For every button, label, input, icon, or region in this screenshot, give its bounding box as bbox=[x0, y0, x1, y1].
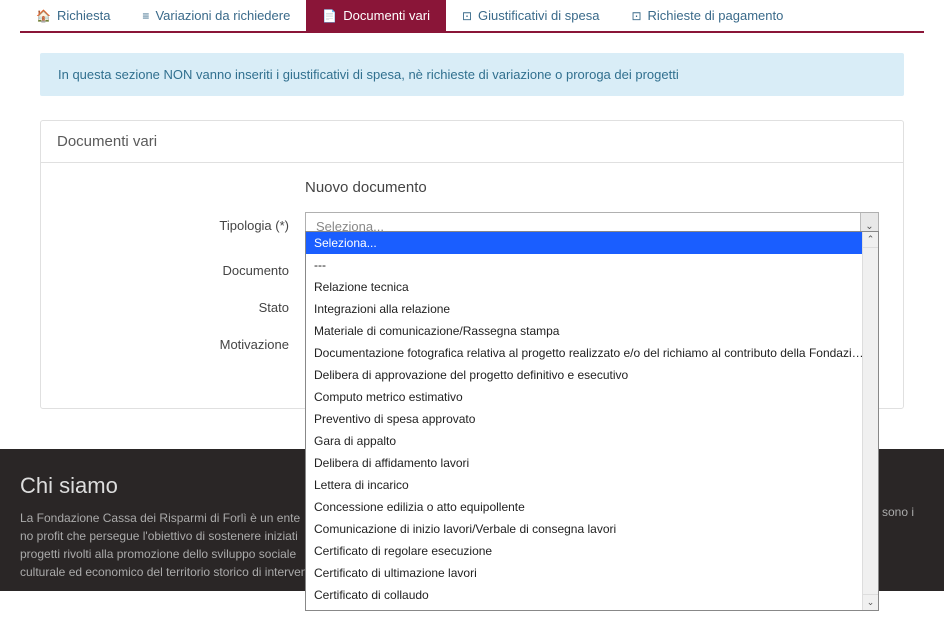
dropdown-option[interactable]: Certificato di collaudo bbox=[306, 584, 878, 606]
panel-title: Documenti vari bbox=[41, 121, 903, 163]
tab-richiesta[interactable]: 🏠 Richiesta bbox=[20, 0, 126, 31]
dropdown-option[interactable]: Autorizzazione del MiBACT (Ministero dei… bbox=[306, 606, 878, 610]
tab-label: Documenti vari bbox=[343, 8, 430, 23]
documento-label: Documento bbox=[65, 257, 305, 278]
dropdown-option[interactable]: Lettera di incarico bbox=[306, 474, 878, 496]
list-icon: ≡ bbox=[142, 9, 149, 23]
dropdown-option[interactable]: Certificato di regolare esecuzione bbox=[306, 540, 878, 562]
scroll-up-icon[interactable]: ⌃ bbox=[863, 232, 878, 248]
tab-richieste-pagamento[interactable]: ⊡ Richieste di pagamento bbox=[615, 0, 799, 31]
scroll-down-icon[interactable]: ⌄ bbox=[863, 594, 878, 610]
dropdown-option[interactable]: Materiale di comunicazione/Rassegna stam… bbox=[306, 320, 878, 342]
tab-giustificativi[interactable]: ⊡ Giustificativi di spesa bbox=[446, 0, 615, 31]
dropdown-option[interactable]: Comunicazione di inizio lavori/Verbale d… bbox=[306, 518, 878, 540]
document-icon: 📄 bbox=[322, 9, 337, 23]
stato-label: Stato bbox=[65, 294, 305, 315]
payment-icon: ⊡ bbox=[631, 9, 641, 23]
dropdown-option[interactable]: Concessione edilizia o atto equipollente bbox=[306, 496, 878, 518]
receipt-icon: ⊡ bbox=[462, 9, 472, 23]
dropdown-option[interactable]: Seleziona... bbox=[306, 232, 878, 254]
dropdown-option[interactable]: Preventivo di spesa approvato bbox=[306, 408, 878, 430]
motivazione-label: Motivazione bbox=[65, 331, 305, 352]
dropdown-option[interactable]: Integrazioni alla relazione bbox=[306, 298, 878, 320]
tab-label: Giustificativi di spesa bbox=[478, 8, 599, 23]
documenti-panel: Documenti vari Nuovo documento Tipologia… bbox=[40, 120, 904, 409]
tab-documenti-vari[interactable]: 📄 Documenti vari bbox=[306, 0, 446, 31]
tipologia-label: Tipologia (*) bbox=[65, 212, 305, 233]
dropdown-option[interactable]: Gara di appalto bbox=[306, 430, 878, 452]
section-title: Nuovo documento bbox=[305, 179, 879, 196]
dropdown-option[interactable]: Delibera di affidamento lavori bbox=[306, 452, 878, 474]
dropdown-option[interactable]: Certificato di ultimazione lavori bbox=[306, 562, 878, 584]
home-icon: 🏠 bbox=[36, 9, 51, 23]
dropdown-option[interactable]: --- bbox=[306, 254, 878, 276]
tipologia-dropdown: Seleziona...---Relazione tecnicaIntegraz… bbox=[305, 231, 879, 611]
tab-label: Variazioni da richiedere bbox=[155, 8, 290, 23]
dropdown-option[interactable]: Relazione tecnica bbox=[306, 276, 878, 298]
dropdown-option[interactable]: Computo metrico estimativo bbox=[306, 386, 878, 408]
tab-bar: 🏠 Richiesta ≡ Variazioni da richiedere 📄… bbox=[20, 0, 924, 33]
tab-label: Richieste di pagamento bbox=[648, 8, 784, 23]
tab-variazioni[interactable]: ≡ Variazioni da richiedere bbox=[126, 0, 306, 31]
dropdown-option[interactable]: Delibera di approvazione del progetto de… bbox=[306, 364, 878, 386]
dropdown-option[interactable]: Documentazione fotografica relativa al p… bbox=[306, 342, 878, 364]
tab-label: Richiesta bbox=[57, 8, 110, 23]
scrollbar[interactable]: ⌃ ⌄ bbox=[862, 232, 878, 610]
info-alert: In questa sezione NON vanno inseriti i g… bbox=[40, 53, 904, 96]
